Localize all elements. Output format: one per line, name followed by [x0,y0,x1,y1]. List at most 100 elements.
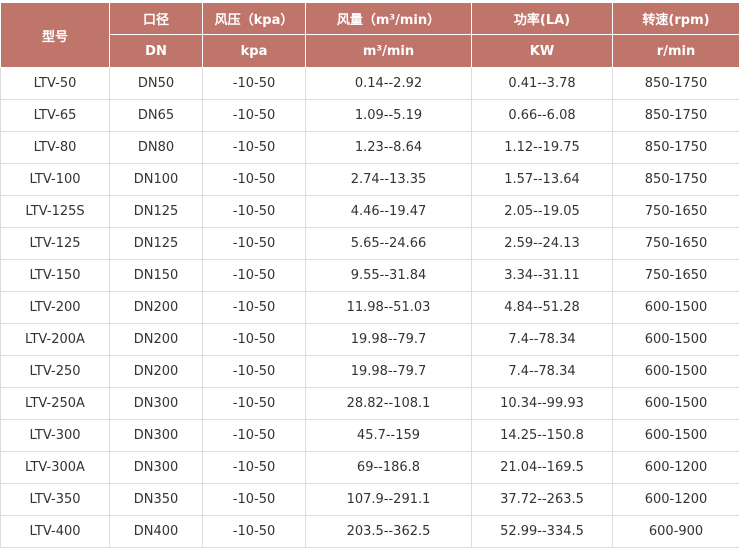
cell-power: 37.72--263.5 [472,484,613,516]
header-pressure: 风压（kpa） [203,3,306,35]
cell-flow: 0.14--2.92 [306,68,472,100]
cell-diameter: DN350 [110,484,203,516]
cell-model: LTV-350 [1,484,110,516]
cell-flow: 5.65--24.66 [306,228,472,260]
cell-power: 3.34--31.11 [472,260,613,292]
cell-diameter: DN200 [110,292,203,324]
cell-model: LTV-300 [1,420,110,452]
cell-diameter: DN300 [110,452,203,484]
cell-pressure: -10-50 [203,484,306,516]
cell-flow: 9.55--31.84 [306,260,472,292]
cell-pressure: -10-50 [203,388,306,420]
unit-diameter: DN [110,35,203,68]
cell-speed: 750-1650 [613,228,739,260]
header-diameter: 口径 [110,3,203,35]
cell-model: LTV-250A [1,388,110,420]
cell-pressure: -10-50 [203,420,306,452]
cell-pressure: -10-50 [203,132,306,164]
table-row: LTV-250DN200-10-5019.98--79.77.4--78.346… [1,356,739,388]
cell-power: 10.34--99.93 [472,388,613,420]
cell-model: LTV-125 [1,228,110,260]
header-flow: 风量（m³/min） [306,3,472,35]
table-row: LTV-125DN125-10-505.65--24.662.59--24.13… [1,228,739,260]
cell-pressure: -10-50 [203,516,306,548]
table-row: LTV-250ADN300-10-5028.82--108.110.34--99… [1,388,739,420]
cell-pressure: -10-50 [203,68,306,100]
cell-pressure: -10-50 [203,452,306,484]
cell-model: LTV-125S [1,196,110,228]
cell-speed: 850-1750 [613,100,739,132]
cell-model: LTV-100 [1,164,110,196]
cell-speed: 600-1500 [613,324,739,356]
cell-speed: 600-1200 [613,484,739,516]
table-body: LTV-50DN50-10-500.14--2.920.41--3.78850-… [1,68,739,548]
cell-flow: 1.23--8.64 [306,132,472,164]
cell-flow: 1.09--5.19 [306,100,472,132]
unit-flow: m³/min [306,35,472,68]
cell-pressure: -10-50 [203,228,306,260]
cell-diameter: DN65 [110,100,203,132]
cell-pressure: -10-50 [203,356,306,388]
cell-diameter: DN50 [110,68,203,100]
cell-flow: 4.46--19.47 [306,196,472,228]
table-row: LTV-400DN400-10-50203.5--362.552.99--334… [1,516,739,548]
cell-power: 0.66--6.08 [472,100,613,132]
cell-flow: 69--186.8 [306,452,472,484]
cell-speed: 850-1750 [613,132,739,164]
cell-flow: 45.7--159 [306,420,472,452]
header-model: 型号 [1,3,110,68]
cell-speed: 850-1750 [613,68,739,100]
header-row-units: DN kpa m³/min KW r/min [1,35,739,68]
cell-model: LTV-300A [1,452,110,484]
table-row: LTV-50DN50-10-500.14--2.920.41--3.78850-… [1,68,739,100]
cell-model: LTV-65 [1,100,110,132]
table-header: 型号 口径 风压（kpa） 风量（m³/min） 功率(LA) 转速(rpm) … [1,3,739,68]
cell-diameter: DN100 [110,164,203,196]
header-power: 功率(LA) [472,3,613,35]
cell-power: 52.99--334.5 [472,516,613,548]
unit-pressure: kpa [203,35,306,68]
cell-speed: 600-1500 [613,356,739,388]
table-row: LTV-200ADN200-10-5019.98--79.77.4--78.34… [1,324,739,356]
cell-power: 4.84--51.28 [472,292,613,324]
table-row: LTV-300DN300-10-5045.7--15914.25--150.86… [1,420,739,452]
cell-speed: 750-1650 [613,196,739,228]
cell-power: 7.4--78.34 [472,356,613,388]
cell-pressure: -10-50 [203,164,306,196]
cell-flow: 11.98--51.03 [306,292,472,324]
cell-diameter: DN400 [110,516,203,548]
cell-pressure: -10-50 [203,292,306,324]
cell-power: 21.04--169.5 [472,452,613,484]
cell-model: LTV-200A [1,324,110,356]
cell-power: 2.05--19.05 [472,196,613,228]
cell-pressure: -10-50 [203,100,306,132]
cell-model: LTV-200 [1,292,110,324]
cell-speed: 850-1750 [613,164,739,196]
unit-power: KW [472,35,613,68]
spec-table: 型号 口径 风压（kpa） 风量（m³/min） 功率(LA) 转速(rpm) … [0,2,739,548]
table-row: LTV-350DN350-10-50107.9--291.137.72--263… [1,484,739,516]
cell-flow: 203.5--362.5 [306,516,472,548]
cell-diameter: DN300 [110,420,203,452]
table-row: LTV-80DN80-10-501.23--8.641.12--19.75850… [1,132,739,164]
cell-model: LTV-50 [1,68,110,100]
cell-power: 1.12--19.75 [472,132,613,164]
cell-power: 7.4--78.34 [472,324,613,356]
cell-diameter: DN150 [110,260,203,292]
cell-model: LTV-150 [1,260,110,292]
header-row-labels: 型号 口径 风压（kpa） 风量（m³/min） 功率(LA) 转速(rpm) [1,3,739,35]
header-speed: 转速(rpm) [613,3,739,35]
cell-flow: 19.98--79.7 [306,356,472,388]
cell-diameter: DN200 [110,324,203,356]
cell-speed: 600-1500 [613,420,739,452]
cell-power: 1.57--13.64 [472,164,613,196]
cell-speed: 600-1500 [613,388,739,420]
cell-flow: 2.74--13.35 [306,164,472,196]
cell-power: 2.59--24.13 [472,228,613,260]
unit-speed: r/min [613,35,739,68]
cell-power: 14.25--150.8 [472,420,613,452]
cell-pressure: -10-50 [203,196,306,228]
table-row: LTV-200DN200-10-5011.98--51.034.84--51.2… [1,292,739,324]
cell-flow: 107.9--291.1 [306,484,472,516]
cell-speed: 600-900 [613,516,739,548]
